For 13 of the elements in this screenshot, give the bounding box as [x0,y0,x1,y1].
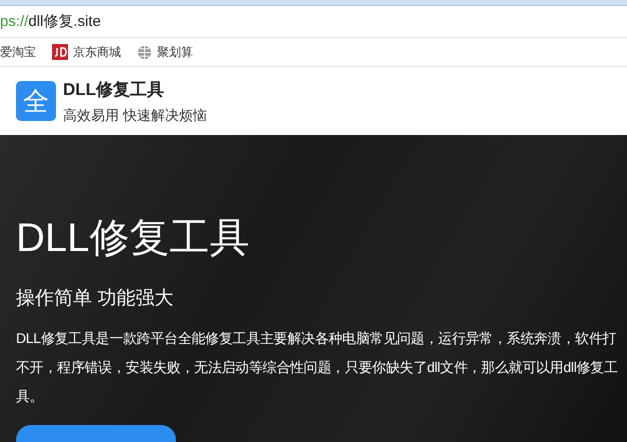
hero-description: DLL修复工具是一款跨平台全能修复工具主要解决各种电脑常见问题，运行异常，系统奔溃，软件打不开，程序错误，安装失败，无法启动等综合性问题，只要你缺失了dll文件，那么就可以用dll修复工具。 [16,329,619,406]
bookmark-link[interactable]: 聚划算 [157,44,193,60]
address-bar[interactable]: ps://dll修复.site [0,6,627,38]
site-title: DLL修复工具 [63,78,166,100]
bookmark-link[interactable]: 爱淘宝 [0,44,36,60]
hero-title: DLL修复工具 [16,215,250,262]
jd-logo-icon [52,44,68,60]
url-host: dll修复.site [28,12,101,31]
site-tagline: 高效易用 快速解决烦恼 [63,106,207,124]
hero-subtitle: 操作简单 功能强大 [16,287,174,311]
url-scheme: ps:// [0,13,28,30]
globe-icon [137,44,152,60]
bookmark-link[interactable]: 京东商城 [73,44,121,60]
